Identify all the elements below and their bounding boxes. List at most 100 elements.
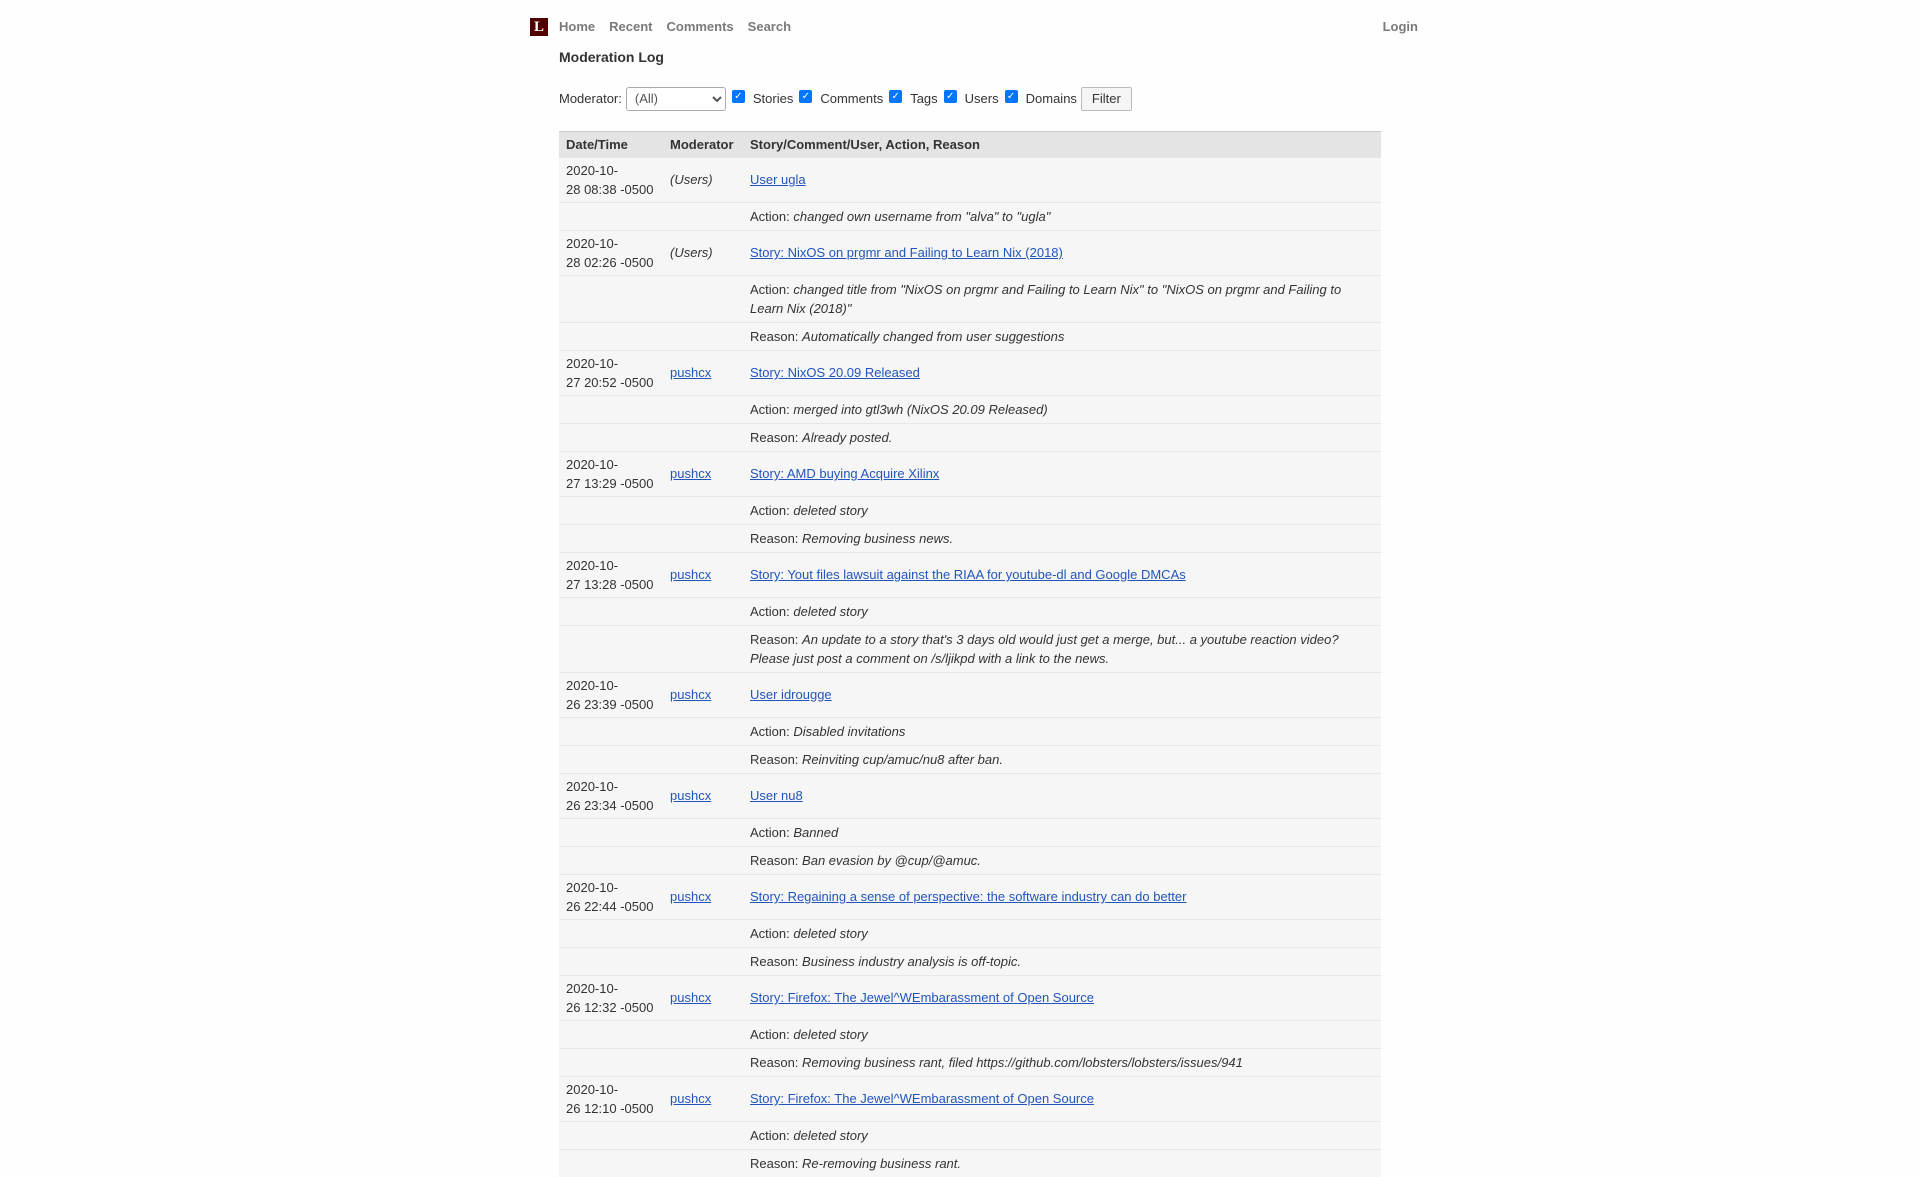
- entry-datetime: 2020-10-27 20:52 -0500: [559, 351, 663, 396]
- site-header: L Home Recent Comments Search Login: [530, 18, 1418, 38]
- subject-link[interactable]: Story: NixOS on prgmr and Failing to Lea…: [750, 234, 1063, 262]
- entry-moderator: pushcx: [663, 1077, 743, 1122]
- empty-cell: [663, 396, 743, 424]
- table-row-action: Action: deleted story: [559, 1021, 1381, 1049]
- checkmark-icon[interactable]: ✓: [1005, 90, 1018, 103]
- empty-cell: [663, 1150, 743, 1177]
- header-details: Story/Comment/User, Action, Reason: [743, 132, 1381, 158]
- table-row: 2020-10-26 22:44 -0500pushcx Story: Regai…: [559, 875, 1381, 920]
- action-prefix: Action:: [750, 282, 790, 297]
- empty-cell: [559, 598, 663, 626]
- entry-moderator: pushcx: [663, 976, 743, 1021]
- empty-cell: [559, 497, 663, 525]
- moderator-link[interactable]: pushcx: [670, 878, 711, 906]
- empty-cell: [559, 323, 663, 351]
- entry-subject: User nu8: [743, 774, 1381, 819]
- checkmark-icon[interactable]: ✓: [889, 90, 902, 103]
- subject-link[interactable]: Story: Regaining a sense of perspective:…: [750, 878, 1186, 906]
- moderator-link[interactable]: pushcx: [670, 676, 711, 704]
- empty-cell: [559, 396, 663, 424]
- action-text: merged into gtl3wh (NixOS 20.09 Released…: [793, 402, 1047, 417]
- entry-moderator: pushcx: [663, 351, 743, 396]
- moderator-link[interactable]: pushcx: [670, 556, 711, 584]
- reason-text: Re-removing business rant.: [802, 1156, 961, 1171]
- subject-link[interactable]: Story: Firefox: The Jewel^WEmbarassment …: [750, 1080, 1094, 1108]
- empty-cell: [559, 424, 663, 452]
- filter-button[interactable]: Filter: [1081, 87, 1132, 111]
- checkmark-icon[interactable]: ✓: [799, 90, 812, 103]
- subject-link[interactable]: User nu8: [750, 777, 803, 805]
- entry-reason: Reason: Business industry analysis is of…: [743, 948, 1381, 976]
- moderator-link[interactable]: pushcx: [670, 979, 711, 1007]
- nav-home[interactable]: Home: [559, 19, 595, 34]
- checkbox-users[interactable]: ✓ Users: [944, 91, 999, 106]
- entry-datetime: 2020-10-26 22:44 -0500: [559, 875, 663, 920]
- table-row: 2020-10-26 12:32 -0500pushcxStory: Firef…: [559, 976, 1381, 1021]
- datetime-line: 27 13:28 -0500: [566, 577, 653, 592]
- reason-prefix: Reason:: [750, 853, 798, 868]
- checkmark-icon[interactable]: ✓: [944, 90, 957, 103]
- checkbox-label: Domains: [1026, 91, 1077, 106]
- subject-link[interactable]: Story: NixOS 20.09 Released: [750, 354, 920, 382]
- checkbox-domains[interactable]: ✓ Domains: [1005, 91, 1077, 106]
- empty-cell: [663, 424, 743, 452]
- datetime-line: 28 08:38 -0500: [566, 182, 653, 197]
- reason-prefix: Reason:: [750, 430, 798, 445]
- checkmark-icon[interactable]: ✓: [732, 90, 745, 103]
- moderator-link[interactable]: pushcx: [670, 455, 711, 483]
- subject-link[interactable]: User idrougge: [750, 676, 832, 704]
- table-row-reason: Reason: Ban evasion by @cup/@amuc.: [559, 847, 1381, 875]
- entry-reason: Reason: An update to a story that's 3 da…: [743, 626, 1381, 673]
- subject-link[interactable]: Story: Firefox: The Jewel^WEmbarassment …: [750, 979, 1094, 1007]
- checkbox-label: Comments: [820, 91, 883, 106]
- site-logo[interactable]: L: [530, 18, 548, 36]
- reason-prefix: Reason:: [750, 1156, 798, 1171]
- entry-action: Action: Banned: [743, 819, 1381, 847]
- nav-comments[interactable]: Comments: [666, 19, 733, 34]
- empty-cell: [663, 525, 743, 553]
- entry-reason: Reason: Automatically changed from user …: [743, 323, 1381, 351]
- empty-cell: [559, 718, 663, 746]
- entry-reason: Reason: Removing business news.: [743, 525, 1381, 553]
- entry-moderator: (Users): [663, 231, 743, 276]
- checkbox-stories[interactable]: ✓ Stories: [732, 91, 793, 106]
- empty-cell: [663, 1049, 743, 1077]
- empty-cell: [663, 497, 743, 525]
- table-row: 2020-10-26 23:39 -0500pushcxUser idrougg…: [559, 673, 1381, 718]
- empty-cell: [663, 847, 743, 875]
- reason-text: Removing business news.: [802, 531, 953, 546]
- table-row-action: Action: merged into gtl3wh (NixOS 20.09 …: [559, 396, 1381, 424]
- checkbox-tags[interactable]: ✓ Tags: [889, 91, 937, 106]
- datetime-line: 2020-10-: [566, 457, 618, 472]
- entry-action: Action: deleted story: [743, 598, 1381, 626]
- datetime-line: 2020-10-: [566, 880, 618, 895]
- entry-action: Action: deleted story: [743, 1021, 1381, 1049]
- reason-prefix: Reason:: [750, 329, 798, 344]
- moderator-link[interactable]: pushcx: [670, 354, 711, 382]
- table-row-reason: Reason: Business industry analysis is of…: [559, 948, 1381, 976]
- login-link[interactable]: Login: [1383, 19, 1418, 34]
- nav-recent[interactable]: Recent: [609, 19, 652, 34]
- datetime-line: 26 12:32 -0500: [566, 1000, 653, 1015]
- entry-subject: Story: NixOS 20.09 Released: [743, 351, 1381, 396]
- subject-link[interactable]: Story: AMD buying Acquire Xilinx: [750, 455, 939, 483]
- moderator-link[interactable]: pushcx: [670, 1080, 711, 1108]
- empty-cell: [663, 718, 743, 746]
- table-row: 2020-10-26 12:10 -0500pushcxStory: Firef…: [559, 1077, 1381, 1122]
- subject-link[interactable]: User ugla: [750, 161, 806, 189]
- empty-cell: [663, 948, 743, 976]
- empty-cell: [663, 626, 743, 673]
- empty-cell: [663, 819, 743, 847]
- datetime-line: 2020-10-: [566, 1082, 618, 1097]
- action-prefix: Action:: [750, 503, 790, 518]
- checkbox-comments[interactable]: ✓ Comments: [799, 91, 883, 106]
- entry-moderator: pushcx: [663, 452, 743, 497]
- moderator-select[interactable]: (All): [626, 87, 726, 111]
- reason-text: An update to a story that's 3 days old w…: [750, 632, 1339, 666]
- entry-subject: Story: Firefox: The Jewel^WEmbarassment …: [743, 1077, 1381, 1122]
- header-moderator: Moderator: [663, 132, 743, 158]
- datetime-line: 26 23:39 -0500: [566, 697, 653, 712]
- nav-search[interactable]: Search: [748, 19, 791, 34]
- moderator-link[interactable]: pushcx: [670, 777, 711, 805]
- subject-link[interactable]: Story: Yout files lawsuit against the RI…: [750, 556, 1186, 584]
